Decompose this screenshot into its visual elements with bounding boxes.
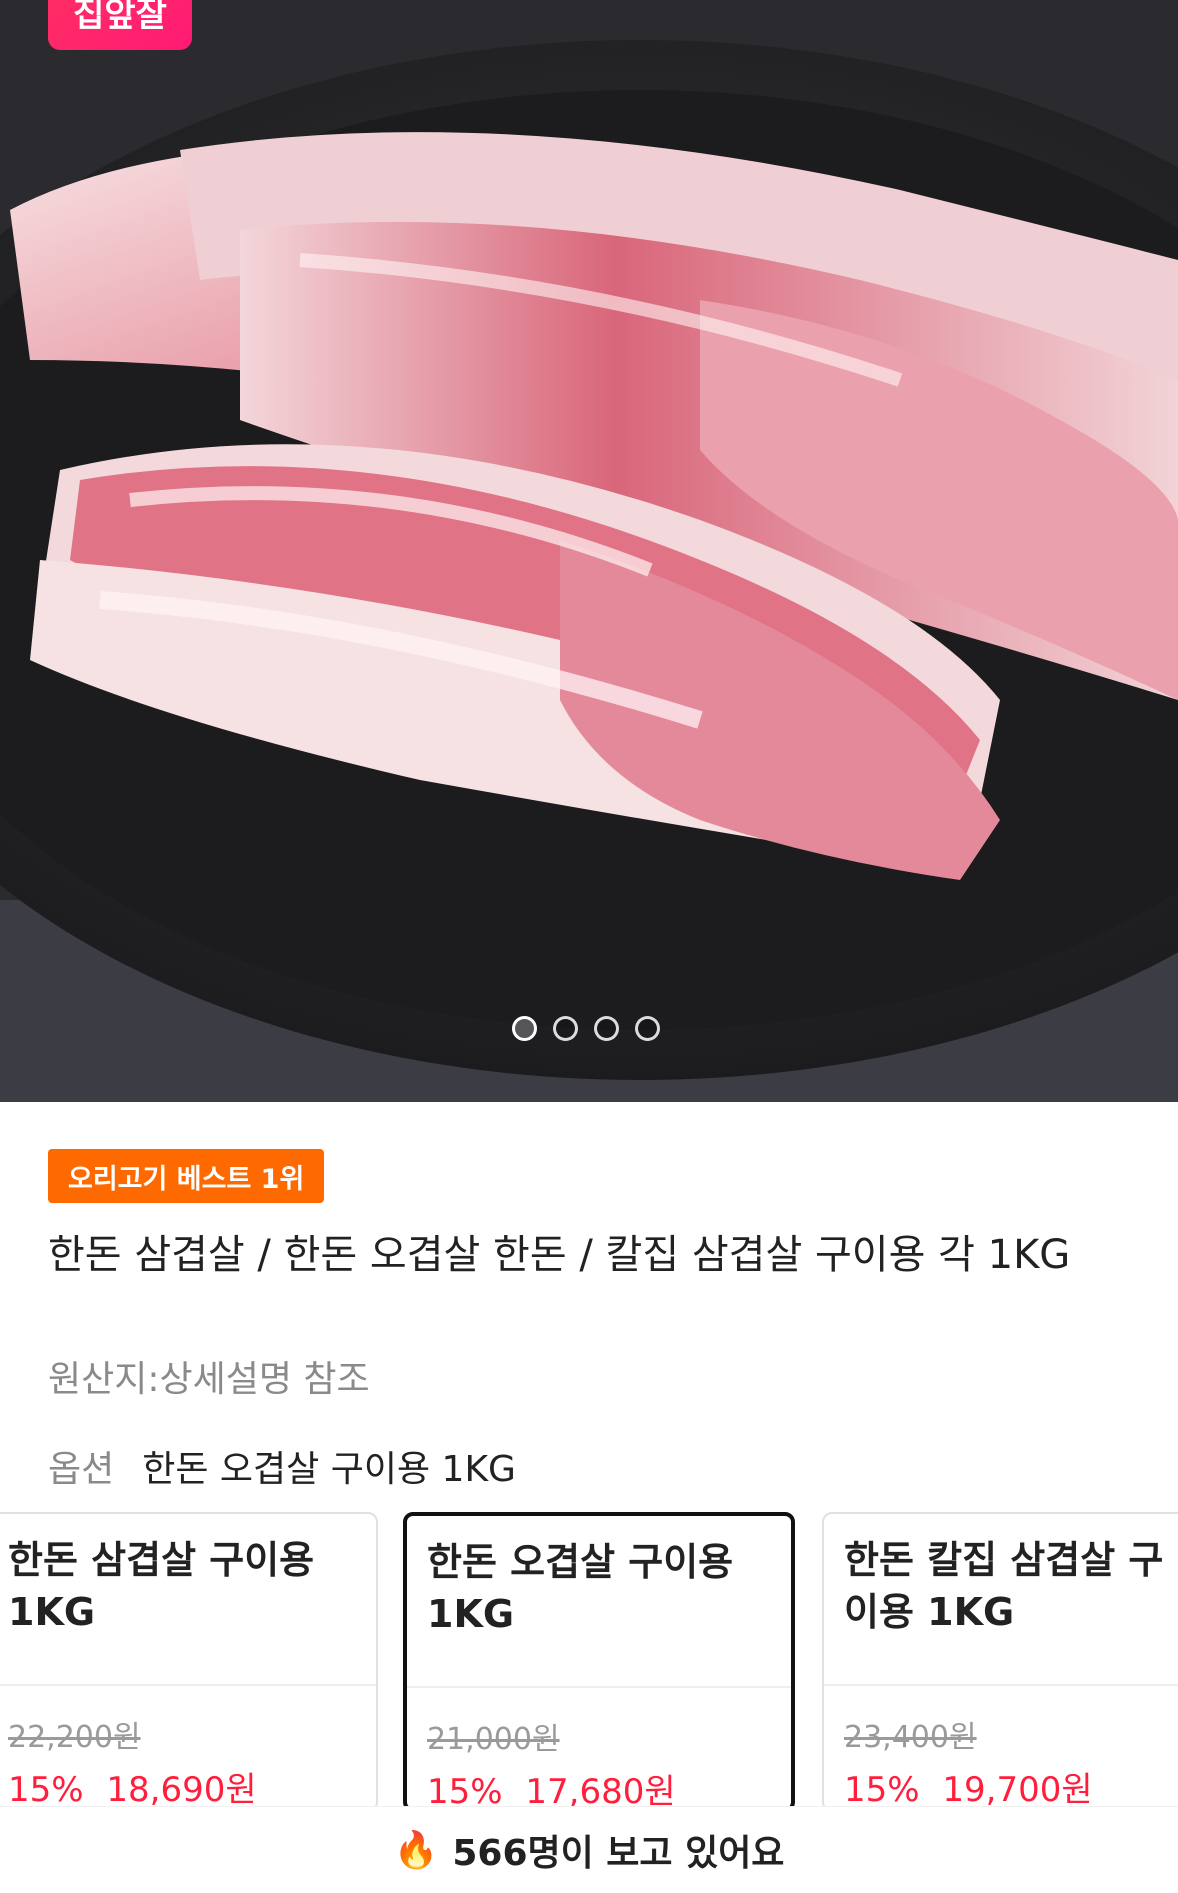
option-name: 한돈 칼집 삼겹살 구이용 1KG	[824, 1514, 1178, 1686]
gallery-dot-3[interactable]	[594, 1016, 619, 1041]
option-card-2[interactable]: 한돈 오겹살 구이용 1KG 21,000원 15% 17,680원	[403, 1512, 795, 1812]
option-card-1[interactable]: 한돈 삼겹살 구이용 1KG 22,200원 15% 18,690원	[0, 1512, 378, 1812]
option-label: 옵션	[48, 1449, 115, 1490]
product-image[interactable]: 집앞잘	[0, 0, 1178, 1102]
gallery-dot-2[interactable]	[553, 1016, 578, 1041]
gallery-dot-1[interactable]	[512, 1016, 537, 1041]
gallery-pagination[interactable]	[512, 1016, 660, 1041]
fire-icon: 🔥	[393, 1830, 439, 1871]
original-price: 23,400원	[844, 1720, 977, 1755]
sale-price: 19,700원	[942, 1770, 1093, 1810]
option-card-3[interactable]: 한돈 칼집 삼겹살 구이용 1KG 23,400원 15% 19,700원	[822, 1512, 1178, 1812]
product-origin: 원산지:상세설명 참조	[48, 1359, 370, 1400]
original-price: 22,200원	[8, 1720, 141, 1755]
selected-option-value: 한돈 오겹살 구이용 1KG	[142, 1449, 516, 1490]
option-name: 한돈 삼겹살 구이용 1KG	[0, 1514, 376, 1686]
pork-belly-photo	[0, 0, 1178, 1102]
discount-rate: 15%	[8, 1770, 84, 1810]
option-name: 한돈 오겹살 구이용 1KG	[407, 1516, 791, 1688]
sale-price: 18,690원	[106, 1770, 257, 1810]
original-price: 21,000원	[427, 1722, 560, 1757]
viewers-count-text: 566명이 보고 있어요	[452, 1833, 785, 1874]
gallery-dot-4[interactable]	[635, 1016, 660, 1041]
discount-rate: 15%	[844, 1770, 920, 1810]
best-rank-badge: 오리고기 베스트 1위	[48, 1149, 325, 1203]
product-title: 한돈 삼겹살 / 한돈 오겹살 한돈 / 칼집 삼겹살 구이용 각 1KG	[48, 1232, 1071, 1278]
live-viewers-bar: 🔥 566명이 보고 있어요	[0, 1806, 1178, 1893]
brand-logo: 집앞잘	[48, 0, 192, 50]
selected-option-row: 옵션 한돈 오겹살 구이용 1KG	[48, 1440, 516, 1492]
